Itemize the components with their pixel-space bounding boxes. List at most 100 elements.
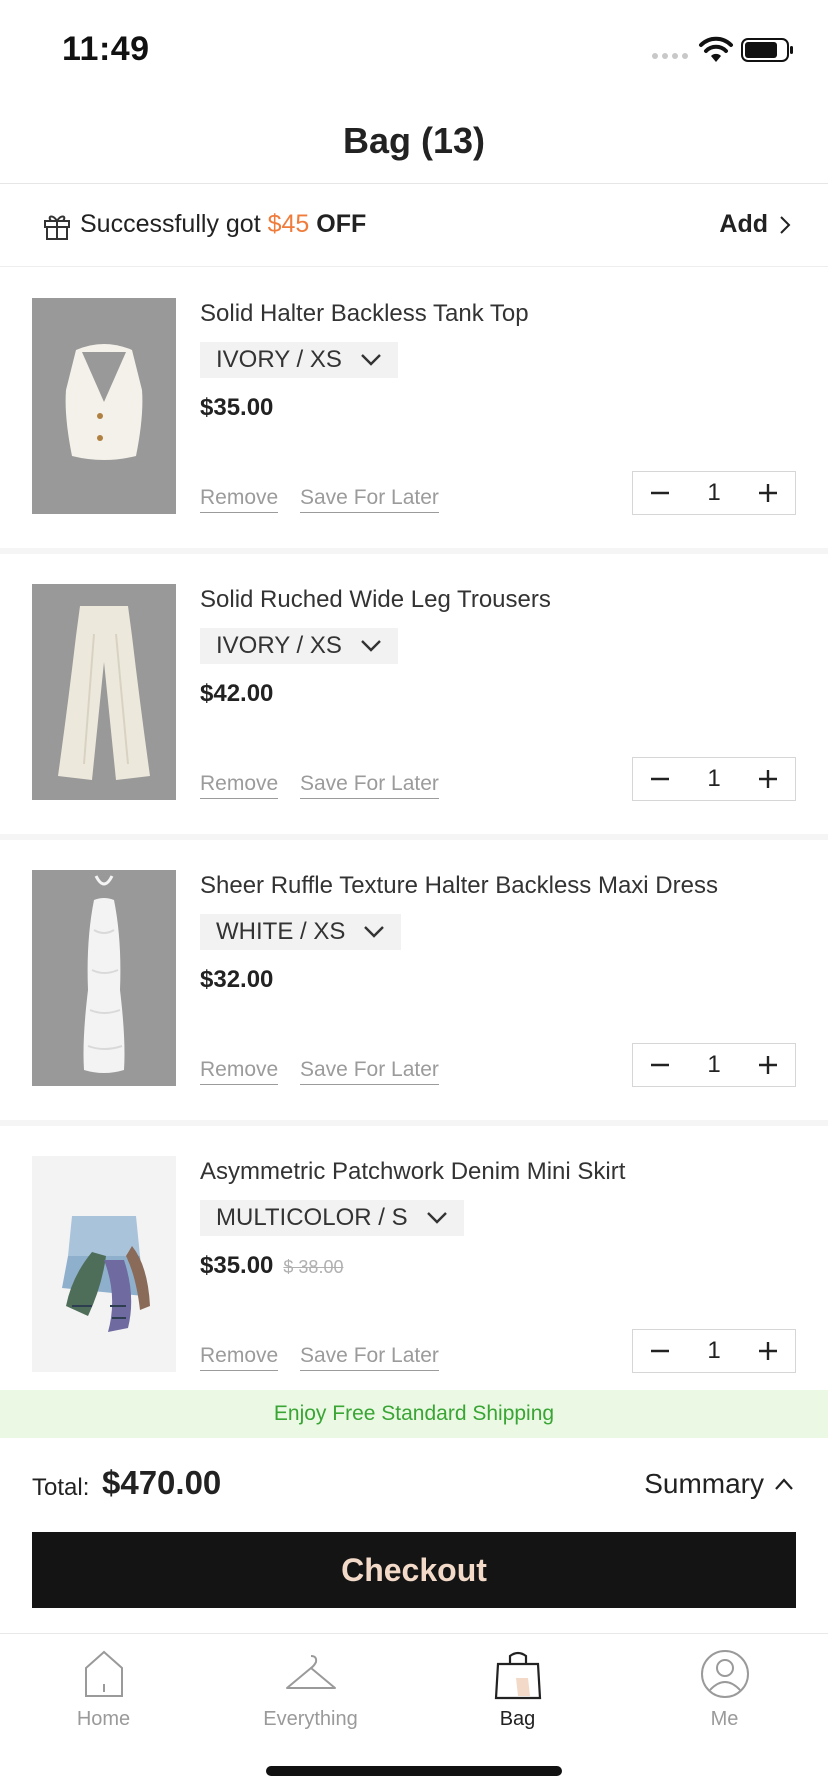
checkout-button[interactable]: Checkout — [32, 1532, 796, 1608]
summary-toggle[interactable]: Summary — [644, 1468, 794, 1500]
gift-icon — [44, 215, 70, 240]
minus-icon — [651, 1349, 669, 1353]
decrease-button[interactable] — [633, 758, 687, 800]
plus-icon — [758, 770, 777, 788]
plus-icon — [758, 1342, 777, 1360]
tab-label: Bag — [499, 1708, 536, 1730]
tab-me[interactable]: Me — [621, 1634, 828, 1744]
tab-home[interactable]: Home — [0, 1634, 207, 1744]
chevron-right-icon — [780, 215, 791, 234]
status-time: 11:49 — [62, 30, 150, 68]
status-bar: 11:49 — [0, 0, 828, 100]
price-row: $35.00 $ 38.00 — [200, 1252, 343, 1280]
tab-label: Me — [710, 1708, 739, 1730]
quantity-stepper: 1 — [632, 1329, 796, 1373]
product-image[interactable] — [32, 1156, 176, 1372]
variant-selector[interactable]: MULTICOLOR / S — [200, 1200, 464, 1236]
product-image[interactable] — [32, 584, 176, 800]
trousers-image — [32, 584, 176, 800]
denim-skirt-image — [32, 1156, 176, 1372]
quantity-stepper: 1 — [632, 757, 796, 801]
item-title[interactable]: Sheer Ruffle Texture Halter Backless Max… — [200, 872, 718, 900]
quantity-value: 1 — [707, 765, 721, 792]
save-for-later-link[interactable]: Save For Later — [300, 772, 439, 799]
save-for-later-link[interactable]: Save For Later — [300, 1344, 439, 1371]
quantity-value: 1 — [707, 479, 721, 506]
increase-button[interactable] — [741, 1330, 795, 1372]
promo-amount: $45 — [267, 210, 310, 238]
hanger-icon — [285, 1655, 336, 1689]
product-image[interactable] — [32, 870, 176, 1086]
quantity-value: 1 — [707, 1051, 721, 1078]
wifi-icon — [699, 36, 733, 62]
product-image[interactable] — [32, 298, 176, 514]
variant-label: MULTICOLOR / S — [216, 1204, 408, 1231]
remove-link[interactable]: Remove — [200, 1058, 279, 1085]
cart-item: Solid Ruched Wide Leg Trousers IVORY / X… — [0, 554, 828, 834]
page-title: Bag (13) — [342, 120, 486, 161]
item-price: $42.00 — [200, 680, 274, 707]
person-icon — [700, 1650, 749, 1698]
variant-selector[interactable]: WHITE / XS — [200, 914, 402, 950]
remove-link[interactable]: Remove — [200, 486, 279, 513]
promo-add-label: Add — [719, 210, 768, 238]
item-title[interactable]: Solid Ruched Wide Leg Trousers — [200, 586, 551, 614]
promo-suffix: OFF — [309, 210, 367, 238]
home-icon — [84, 1650, 123, 1697]
minus-icon — [651, 491, 669, 495]
plus-icon — [758, 484, 777, 502]
total-row: Total: $470.00 Summary — [0, 1440, 828, 1530]
increase-button[interactable] — [741, 472, 795, 514]
chevron-up-icon — [775, 1478, 793, 1490]
promo-prefix: Successfully got — [80, 210, 268, 238]
variant-label: IVORY / XS — [216, 632, 342, 659]
tank-top-image — [32, 298, 176, 514]
chevron-down-icon — [364, 926, 385, 938]
item-title[interactable]: Asymmetric Patchwork Denim Mini Skirt — [200, 1158, 625, 1186]
save-for-later-link[interactable]: Save For Later — [300, 1058, 439, 1085]
plus-icon — [758, 1056, 777, 1074]
total-value: $470.00 — [102, 1464, 222, 1501]
minus-icon — [651, 777, 669, 781]
variant-label: WHITE / XS — [216, 918, 346, 945]
cart-item: Asymmetric Patchwork Denim Mini Skirt MU… — [0, 1126, 828, 1406]
item-price: $35.00 — [200, 394, 274, 421]
item-price: $32.00 — [200, 966, 274, 993]
promo-banner: Successfully got $45 OFF Add — [0, 185, 828, 267]
save-for-later-link[interactable]: Save For Later — [300, 486, 439, 513]
price-row: $32.00 — [200, 966, 273, 994]
tab-label: Everything — [263, 1708, 358, 1730]
header: Bag (13) — [0, 100, 828, 184]
decrease-button[interactable] — [633, 472, 687, 514]
price-row: $42.00 — [200, 680, 273, 708]
quantity-stepper: 1 — [632, 471, 796, 515]
maxi-dress-image — [32, 870, 176, 1086]
free-shipping-banner: Enjoy Free Standard Shipping — [0, 1390, 828, 1438]
item-title[interactable]: Solid Halter Backless Tank Top — [200, 300, 529, 328]
total-label: Total: — [32, 1474, 90, 1501]
tab-everything[interactable]: Everything — [207, 1634, 414, 1744]
variant-label: IVORY / XS — [216, 346, 342, 373]
chevron-down-icon — [426, 1212, 447, 1224]
promo-add-button[interactable]: Add — [719, 210, 792, 239]
decrease-button[interactable] — [633, 1044, 687, 1086]
increase-button[interactable] — [741, 758, 795, 800]
remove-link[interactable]: Remove — [200, 772, 279, 799]
tab-label: Home — [76, 1708, 131, 1730]
home-indicator — [266, 1766, 562, 1776]
tab-bag[interactable]: Bag — [414, 1634, 621, 1744]
price-row: $35.00 — [200, 394, 273, 422]
chevron-down-icon — [360, 354, 381, 366]
cart-item: Sheer Ruffle Texture Halter Backless Max… — [0, 840, 828, 1120]
bag-icon — [494, 1651, 541, 1700]
battery-icon — [741, 38, 793, 62]
remove-link[interactable]: Remove — [200, 1344, 279, 1371]
variant-selector[interactable]: IVORY / XS — [200, 342, 398, 378]
variant-selector[interactable]: IVORY / XS — [200, 628, 398, 664]
decrease-button[interactable] — [633, 1330, 687, 1372]
increase-button[interactable] — [741, 1044, 795, 1086]
promo-text: Successfully got $45 OFF — [80, 210, 366, 239]
quantity-stepper: 1 — [632, 1043, 796, 1087]
minus-icon — [651, 1063, 669, 1067]
summary-label: Summary — [644, 1468, 764, 1499]
